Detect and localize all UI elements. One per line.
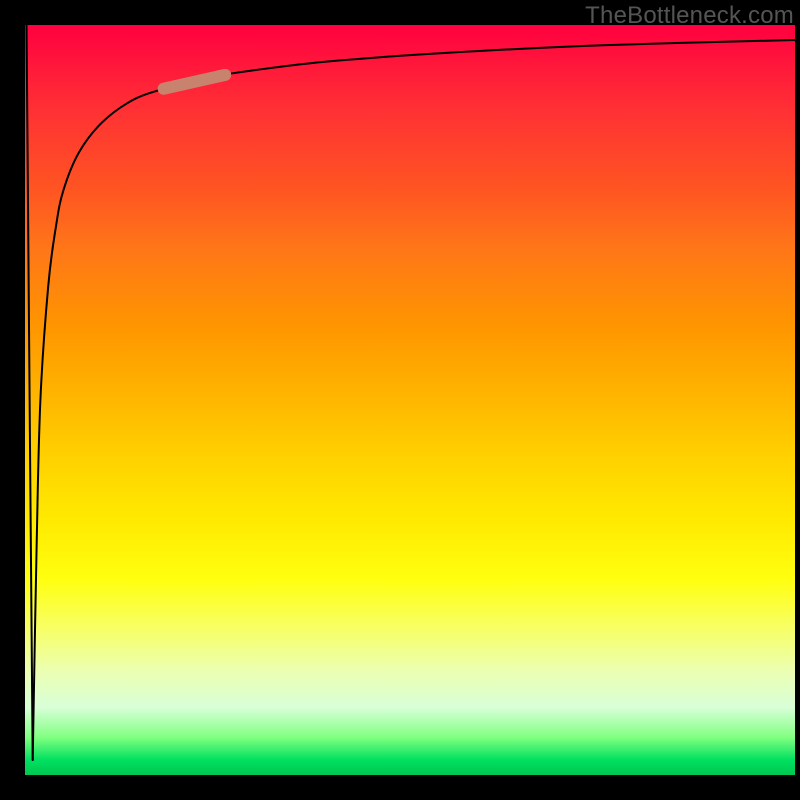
watermark-text: TheBottleneck.com [585,2,794,30]
plot-area [25,25,795,775]
chart-frame: TheBottleneck.com [0,0,800,800]
